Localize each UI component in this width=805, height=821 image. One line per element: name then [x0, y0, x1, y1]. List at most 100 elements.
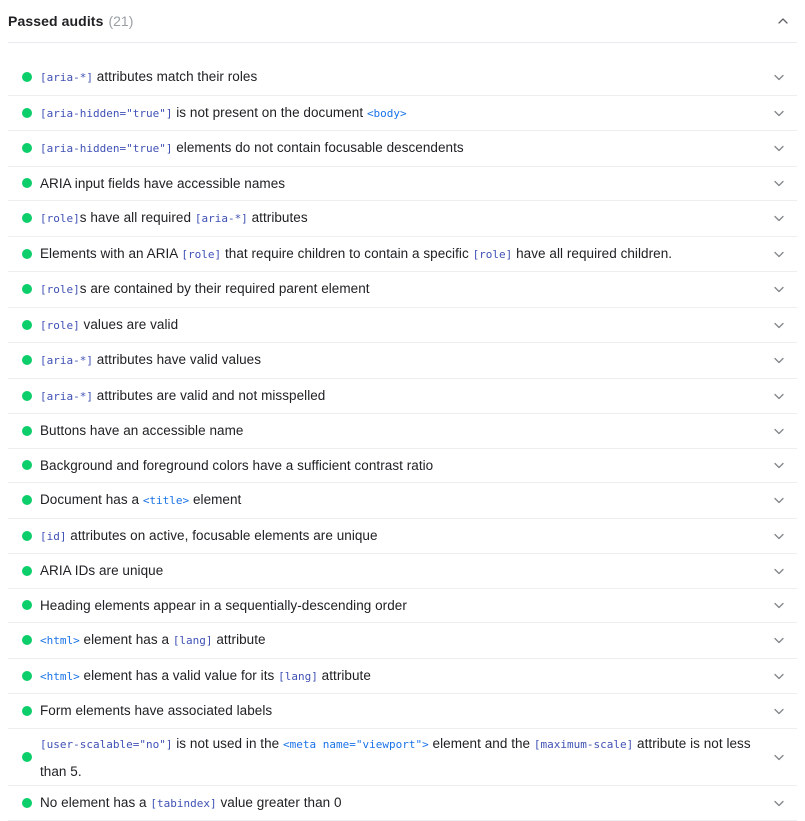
audit-row[interactable]: No element has a [tabindex] value greate…: [8, 786, 797, 821]
audit-row[interactable]: [aria-hidden="true"] elements do not con…: [8, 131, 797, 167]
audit-title: Elements with an ARIA [role] that requir…: [40, 237, 763, 272]
bullet-wrap: [8, 798, 40, 808]
pass-circle-icon: [22, 671, 32, 681]
bullet-wrap: [8, 600, 40, 610]
pass-circle-icon: [22, 706, 32, 716]
passed-audits-header[interactable]: Passed audits (21): [0, 0, 805, 42]
audit-title: [user-scalable="no"] is not used in the …: [40, 729, 763, 785]
inline-code: [role]: [181, 248, 221, 261]
pass-circle-icon: [22, 178, 32, 188]
chevron-down-icon[interactable]: [771, 668, 787, 684]
audit-row[interactable]: [user-scalable="no"] is not used in the …: [8, 729, 797, 786]
bullet-wrap: [8, 213, 40, 223]
pass-circle-icon: [22, 495, 32, 505]
pass-circle-icon: [22, 566, 32, 576]
chevron-down-icon[interactable]: [771, 210, 787, 226]
bullet-wrap: [8, 391, 40, 401]
chevron-down-icon[interactable]: [771, 632, 787, 648]
inline-code: [lang]: [173, 634, 213, 647]
inline-code: [role]: [40, 212, 80, 225]
chevron-down-icon[interactable]: [771, 281, 787, 297]
inline-code: [maximum-scale]: [534, 738, 633, 751]
chevron-down-icon[interactable]: [771, 457, 787, 473]
audit-row[interactable]: <html> element has a [lang] attribute: [8, 623, 797, 659]
inline-code: [aria-hidden="true"]: [40, 107, 172, 120]
pass-circle-icon: [22, 460, 32, 470]
audit-row[interactable]: [role]s are contained by their required …: [8, 272, 797, 308]
chevron-down-icon[interactable]: [771, 749, 787, 765]
audit-row[interactable]: Background and foreground colors have a …: [8, 449, 797, 484]
chevron-down-icon[interactable]: [771, 795, 787, 811]
pass-circle-icon: [22, 752, 32, 762]
chevron-down-icon[interactable]: [771, 703, 787, 719]
audit-row[interactable]: Document has a <title> element: [8, 483, 797, 519]
audit-row[interactable]: Heading elements appear in a sequentiall…: [8, 589, 797, 624]
audit-title: ARIA input fields have accessible names: [40, 167, 763, 201]
bullet-wrap: [8, 108, 40, 118]
audit-row[interactable]: <html> element has a valid value for its…: [8, 659, 797, 695]
chevron-down-icon[interactable]: [771, 317, 787, 333]
chevron-down-icon[interactable]: [771, 105, 787, 121]
pass-circle-icon: [22, 391, 32, 401]
page-title: Passed audits: [8, 13, 103, 29]
chevron-down-icon[interactable]: [771, 69, 787, 85]
bullet-wrap: [8, 495, 40, 505]
pass-circle-icon: [22, 320, 32, 330]
pass-circle-icon: [22, 249, 32, 259]
inline-code: [aria-*]: [40, 354, 93, 367]
chevron-down-icon[interactable]: [771, 528, 787, 544]
audit-row[interactable]: Buttons have an accessible name: [8, 414, 797, 449]
bullet-wrap: [8, 752, 40, 762]
audit-title: <html> element has a valid value for its…: [40, 659, 763, 694]
chevron-down-icon[interactable]: [771, 140, 787, 156]
chevron-down-icon[interactable]: [771, 175, 787, 191]
audit-row[interactable]: Elements with an ARIA [role] that requir…: [8, 237, 797, 273]
audit-row[interactable]: [aria-hidden="true"] is not present on t…: [8, 96, 797, 132]
audit-title: Heading elements appear in a sequentiall…: [40, 589, 763, 623]
chevron-down-icon[interactable]: [771, 423, 787, 439]
chevron-down-icon[interactable]: [771, 597, 787, 613]
chevron-down-icon[interactable]: [771, 563, 787, 579]
inline-code: <title>: [143, 494, 189, 507]
audit-row[interactable]: [role] values are valid: [8, 308, 797, 344]
audit-title: Buttons have an accessible name: [40, 414, 763, 448]
audit-row[interactable]: ARIA IDs are unique: [8, 554, 797, 589]
bullet-wrap: [8, 531, 40, 541]
chevron-up-icon[interactable]: [775, 13, 791, 29]
passed-audits-panel: Passed audits (21) [aria-*] attributes m…: [0, 0, 805, 821]
inline-code: [user-scalable="no"]: [40, 738, 172, 751]
pass-circle-icon: [22, 213, 32, 223]
bullet-wrap: [8, 178, 40, 188]
audit-title: [role] values are valid: [40, 308, 763, 343]
bullet-wrap: [8, 320, 40, 330]
audit-row[interactable]: [aria-*] attributes match their roles: [8, 60, 797, 96]
audit-row[interactable]: [aria-*] attributes are valid and not mi…: [8, 379, 797, 415]
audit-row[interactable]: ARIA input fields have accessible names: [8, 167, 797, 202]
audit-title: Document has a <title> element: [40, 483, 763, 518]
inline-code: [lang]: [278, 670, 318, 683]
chevron-down-icon[interactable]: [771, 388, 787, 404]
audit-title: [aria-*] attributes have valid values: [40, 343, 763, 378]
inline-code: <html>: [40, 634, 80, 647]
pass-circle-icon: [22, 600, 32, 610]
bullet-wrap: [8, 566, 40, 576]
chevron-down-icon[interactable]: [771, 492, 787, 508]
inline-code: <body>: [367, 107, 407, 120]
audit-row[interactable]: [id] attributes on active, focusable ele…: [8, 519, 797, 555]
audit-title: No element has a [tabindex] value greate…: [40, 786, 763, 821]
audit-row[interactable]: [role]s have all required [aria-*] attri…: [8, 201, 797, 237]
chevron-down-icon[interactable]: [771, 352, 787, 368]
audit-title: [aria-*] attributes match their roles: [40, 60, 763, 95]
chevron-down-icon[interactable]: [771, 246, 787, 262]
bullet-wrap: [8, 460, 40, 470]
bullet-wrap: [8, 671, 40, 681]
audit-row[interactable]: Form elements have associated labels: [8, 694, 797, 729]
audit-title: [aria-*] attributes are valid and not mi…: [40, 379, 763, 414]
pass-circle-icon: [22, 798, 32, 808]
audit-row[interactable]: [aria-*] attributes have valid values: [8, 343, 797, 379]
audit-title: <html> element has a [lang] attribute: [40, 623, 763, 658]
passed-audits-count: (21): [108, 13, 133, 29]
bullet-wrap: [8, 426, 40, 436]
bullet-wrap: [8, 72, 40, 82]
pass-circle-icon: [22, 108, 32, 118]
